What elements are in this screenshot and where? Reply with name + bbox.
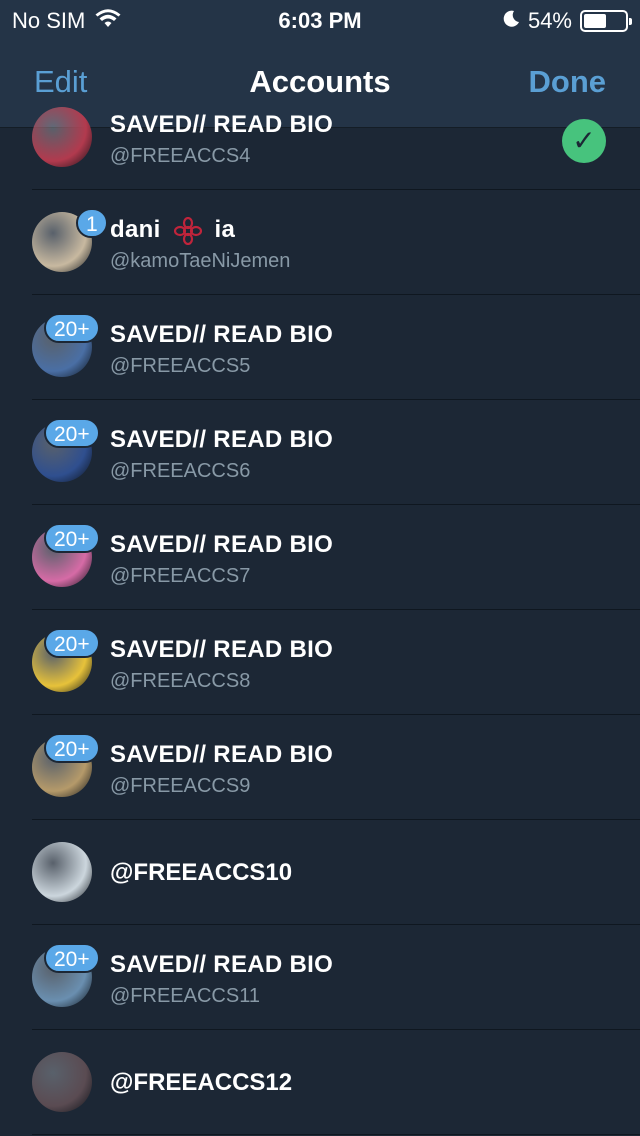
account-row[interactable]: 20+ SAVED// READ BIO @FREEACCS7 [32,505,640,610]
notification-badge: 20+ [44,733,100,763]
account-row[interactable]: 20+ SAVED// READ BIO @FREEACCS8 [32,610,640,715]
account-row[interactable]: 20+ SAVED// READ BIO @FREEACCS5 [32,295,640,400]
status-bar: No SIM 6:03 PM 54% [0,0,640,40]
selected-check-icon: ✓ [562,119,606,163]
account-name: SAVED// READ BIO [110,531,334,558]
avatar [32,107,92,167]
account-row[interactable]: 20+ SAVED// READ BIO @FREEACCS6 [32,400,640,505]
status-right: 54% [502,8,632,34]
notification-badge: 20+ [44,628,100,658]
account-name: dani ia [110,216,235,245]
account-name-part2: ia [214,216,236,243]
account-row[interactable]: @FREEACCS10 [32,820,640,925]
account-name: SAVED// READ BIO [110,951,334,978]
account-row[interactable]: 20+ SAVED// READ BIO @FREEACCS9 [32,715,640,820]
account-row[interactable]: @FREEACCS12 [32,1030,640,1135]
battery-percent: 54% [527,8,572,33]
account-handle: @FREEACCS11 [110,985,260,1007]
notification-badge: 20+ [44,418,100,448]
account-row[interactable]: SAVED// READ BIO @FREEACCS4 ✓ [32,85,640,190]
notification-badge: 20+ [44,523,100,553]
account-handle: @FREEACCS5 [110,355,251,377]
account-row[interactable]: 20+ SAVED// READ BIO @FREEACCS11 [32,925,640,1030]
default-avatar [32,842,92,902]
account-handle: @FREEACCS9 [110,775,251,797]
avatar [32,1052,92,1112]
account-name: SAVED// READ BIO [110,636,334,663]
account-handle: @FREEACCS12 [110,1069,293,1096]
account-handle: @FREEACCS4 [110,145,251,167]
notification-badge: 20+ [44,313,100,343]
notification-badge: 1 [76,208,108,238]
account-row[interactable]: 1 dani ia @kamoTaeNiJemen [32,190,640,295]
notification-badge: 20+ [44,943,100,973]
account-handle: @FREEACCS10 [110,859,293,886]
account-name: SAVED// READ BIO [110,321,334,348]
account-name: SAVED// READ BIO [110,426,334,453]
flower-emoji-icon [173,216,202,245]
moon-icon [502,8,520,34]
account-handle: @kamoTaeNiJemen [110,250,291,272]
battery-icon [580,10,632,32]
account-handle: @FREEACCS8 [110,670,251,692]
account-name: SAVED// READ BIO [110,741,334,768]
account-name-part1: dani [110,216,161,243]
account-name: SAVED// READ BIO [110,111,334,138]
account-handle: @FREEACCS6 [110,460,251,482]
accounts-list: SAVED// READ BIO @FREEACCS4 ✓ 1 dani ia [0,85,640,1135]
account-handle: @FREEACCS7 [110,565,251,587]
